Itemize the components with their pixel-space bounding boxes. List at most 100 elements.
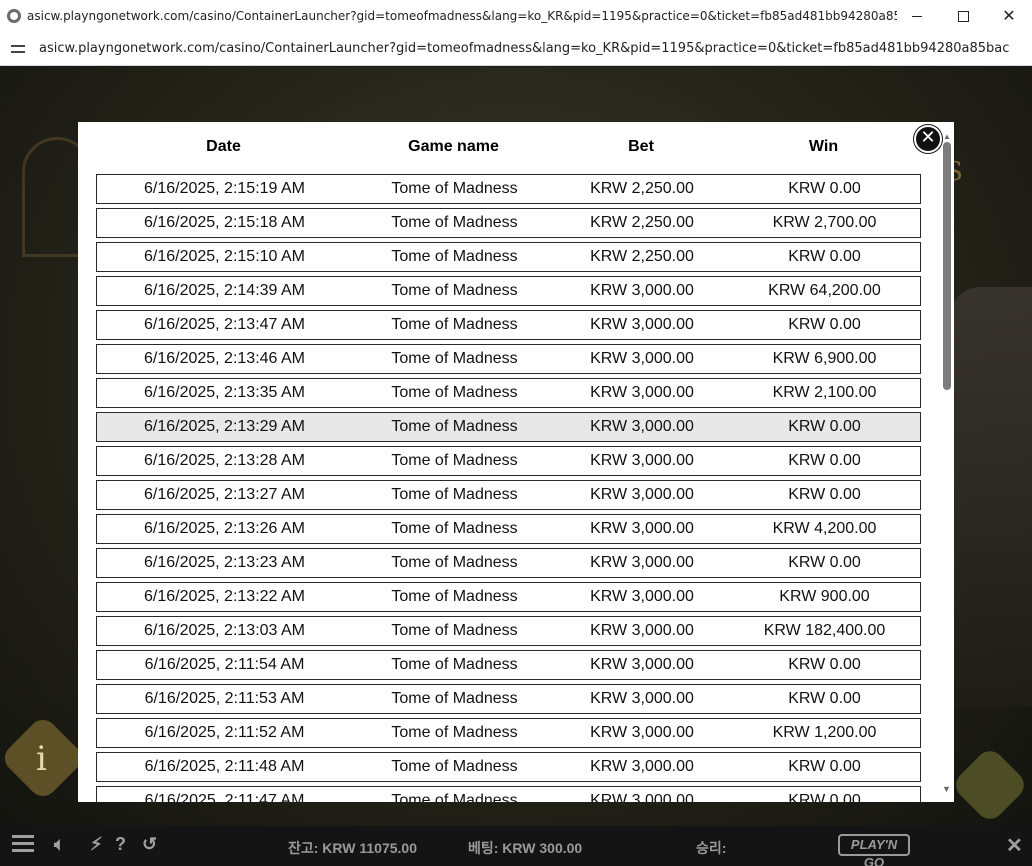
- cell-bet: KRW 3,000.00: [590, 418, 694, 435]
- table-row[interactable]: 6/16/2025, 2:11:47 AM Tome of Madness KRW …: [96, 786, 921, 802]
- cell-game-name: Tome of Madness: [391, 316, 518, 333]
- cell-bet: KRW 3,000.00: [590, 792, 694, 802]
- site-globe-icon: [7, 9, 21, 23]
- cell-win: KRW 182,400.00: [763, 622, 886, 639]
- close-icon[interactable]: ✕: [914, 125, 942, 153]
- cell-game-name: Tome of Madness: [391, 452, 518, 469]
- table-row[interactable]: 6/16/2025, 2:13:35 AM Tome of Madness KRW …: [96, 378, 921, 408]
- cell-game-name: Tome of Madness: [391, 656, 518, 673]
- cell-game-name: Tome of Madness: [391, 350, 518, 367]
- cell-game-name: Tome of Madness: [391, 622, 518, 639]
- header-bet: Bet: [628, 138, 654, 155]
- scroll-down-icon[interactable]: ▼: [942, 784, 951, 794]
- cell-bet: KRW 2,250.00: [590, 214, 694, 231]
- cell-win: KRW 0.00: [788, 180, 861, 197]
- game-close-icon[interactable]: ✕: [1006, 833, 1023, 858]
- browser-titlebar: asicw.playngonetwork.com/casino/Containe…: [0, 0, 1032, 32]
- cell-bet: KRW 3,000.00: [590, 282, 694, 299]
- cell-game-name: Tome of Madness: [391, 690, 518, 707]
- cell-game-name: Tome of Madness: [391, 520, 518, 537]
- table-row[interactable]: 6/16/2025, 2:11:53 AM Tome of Madness KRW …: [96, 684, 921, 714]
- cell-win: KRW 0.00: [788, 554, 861, 571]
- cell-win: KRW 0.00: [788, 418, 861, 435]
- cell-win: KRW 0.00: [788, 758, 861, 775]
- cell-bet: KRW 3,000.00: [590, 588, 694, 605]
- cell-date: 6/16/2025, 2:11:47 AM: [144, 792, 305, 802]
- cell-win: KRW 900.00: [779, 588, 870, 605]
- cell-bet: KRW 3,000.00: [590, 622, 694, 639]
- cell-date: 6/16/2025, 2:13:46 AM: [143, 350, 305, 367]
- header-win: Win: [808, 138, 839, 155]
- game-bottom-bar: 🔈︎ ⚡︎ ? ↺ 잔고: KRW 11075.00 베팅: KRW 300.0…: [0, 826, 1032, 866]
- scroll-up-icon[interactable]: ▲: [943, 132, 951, 141]
- cell-win: KRW 0.00: [788, 792, 861, 802]
- table-row[interactable]: 6/16/2025, 2:13:03 AM Tome of Madness KRW …: [96, 616, 921, 646]
- cell-date: 6/16/2025, 2:13:03 AM: [143, 622, 305, 639]
- table-row[interactable]: 6/16/2025, 2:11:48 AM Tome of Madness KRW …: [96, 752, 921, 782]
- maximize-button[interactable]: [940, 0, 986, 32]
- help-icon[interactable]: ?: [115, 834, 126, 855]
- scroll-thumb[interactable]: [943, 142, 951, 390]
- cell-bet: KRW 2,250.00: [590, 180, 694, 197]
- cell-bet: KRW 3,000.00: [590, 486, 694, 503]
- table-row[interactable]: 6/16/2025, 2:11:54 AM Tome of Madness KRW …: [96, 650, 921, 680]
- window-close-button[interactable]: ✕: [986, 0, 1032, 32]
- cell-date: 6/16/2025, 2:11:52 AM: [144, 724, 305, 741]
- cell-bet: KRW 3,000.00: [590, 384, 694, 401]
- table-row[interactable]: 6/16/2025, 2:13:23 AM Tome of Madness KRW …: [96, 548, 921, 578]
- table-row[interactable]: 6/16/2025, 2:13:29 AM Tome of Madness KRW …: [96, 412, 921, 442]
- table-row[interactable]: 6/16/2025, 2:13:22 AM Tome of Madness KRW …: [96, 582, 921, 612]
- address-bar[interactable]: asicw.playngonetwork.com/casino/Containe…: [0, 32, 1032, 66]
- cell-date: 6/16/2025, 2:13:26 AM: [143, 520, 305, 537]
- header-date: Date: [206, 138, 241, 155]
- cell-win: KRW 0.00: [788, 452, 861, 469]
- table-row[interactable]: 6/16/2025, 2:13:47 AM Tome of Madness KRW …: [96, 310, 921, 340]
- speaker-icon[interactable]: 🔈︎: [54, 834, 65, 855]
- cell-date: 6/16/2025, 2:15:19 AM: [143, 180, 305, 197]
- cell-bet: KRW 3,000.00: [590, 724, 694, 741]
- playngo-logo: PLAY'N GO: [838, 834, 910, 866]
- cell-bet: KRW 3,000.00: [590, 452, 694, 469]
- cell-win: KRW 2,100.00: [772, 384, 877, 401]
- cell-win: KRW 1,200.00: [772, 724, 877, 741]
- lightning-icon[interactable]: ⚡︎: [90, 834, 103, 855]
- table-row[interactable]: 6/16/2025, 2:15:18 AM Tome of Madness KRW …: [96, 208, 921, 238]
- cell-date: 6/16/2025, 2:11:48 AM: [144, 758, 305, 775]
- url-text[interactable]: asicw.playngonetwork.com/casino/Containe…: [39, 41, 1009, 56]
- cell-game-name: Tome of Madness: [391, 384, 518, 401]
- menu-icon[interactable]: [12, 835, 34, 856]
- bet-label: 베팅: KRW 300.00: [468, 840, 583, 856]
- spin-icon[interactable]: [950, 745, 1030, 825]
- cell-bet: KRW 2,250.00: [590, 248, 694, 265]
- cell-bet: KRW 3,000.00: [590, 350, 694, 367]
- minimize-button[interactable]: [894, 0, 940, 32]
- cell-game-name: Tome of Madness: [391, 418, 518, 435]
- site-settings-icon[interactable]: [11, 42, 27, 56]
- table-row[interactable]: 6/16/2025, 2:15:19 AM Tome of Madness KRW …: [96, 174, 921, 204]
- table-row[interactable]: 6/16/2025, 2:11:52 AM Tome of Madness KRW …: [96, 718, 921, 748]
- history-scrollbar[interactable]: ▲ ▼: [940, 132, 954, 800]
- cell-game-name: Tome of Madness: [391, 758, 518, 775]
- cell-game-name: Tome of Madness: [391, 724, 518, 741]
- info-icon[interactable]: i: [36, 739, 47, 779]
- cell-bet: KRW 3,000.00: [590, 690, 694, 707]
- table-row[interactable]: 6/16/2025, 2:14:39 AM Tome of Madness KRW …: [96, 276, 921, 306]
- table-row[interactable]: 6/16/2025, 2:13:27 AM Tome of Madness KRW …: [96, 480, 921, 510]
- cell-game-name: Tome of Madness: [391, 248, 518, 265]
- cell-game-name: Tome of Madness: [391, 588, 518, 605]
- cell-win: KRW 0.00: [788, 486, 861, 503]
- table-row[interactable]: 6/16/2025, 2:13:28 AM Tome of Madness KRW …: [96, 446, 921, 476]
- cell-game-name: Tome of Madness: [391, 214, 518, 231]
- cell-win: KRW 0.00: [788, 316, 861, 333]
- cell-win: KRW 6,900.00: [772, 350, 877, 367]
- cell-date: 6/16/2025, 2:13:28 AM: [143, 452, 305, 469]
- table-row[interactable]: 6/16/2025, 2:13:26 AM Tome of Madness KRW …: [96, 514, 921, 544]
- history-icon[interactable]: ↺: [142, 834, 157, 855]
- cell-date: 6/16/2025, 2:13:27 AM: [143, 486, 305, 503]
- cell-game-name: Tome of Madness: [391, 180, 518, 197]
- table-row[interactable]: 6/16/2025, 2:15:10 AM Tome of Madness KRW …: [96, 242, 921, 272]
- cell-game-name: Tome of Madness: [391, 792, 518, 802]
- cell-bet: KRW 3,000.00: [590, 316, 694, 333]
- table-row[interactable]: 6/16/2025, 2:13:46 AM Tome of Madness KRW …: [96, 344, 921, 374]
- cell-win: KRW 0.00: [788, 248, 861, 265]
